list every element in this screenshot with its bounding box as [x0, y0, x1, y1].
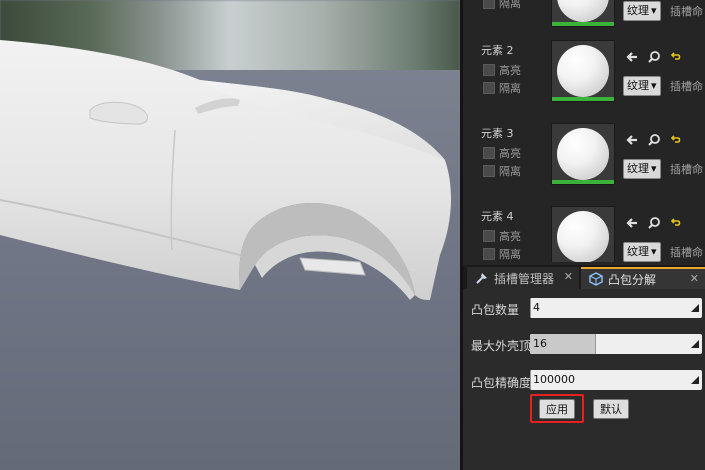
- dropdown-arrow-icon: ▾: [651, 4, 657, 17]
- highlight-checkbox-row[interactable]: 高亮: [483, 62, 521, 78]
- dropdown-arrow-icon: ▾: [651, 79, 657, 92]
- resize-grip-icon: [691, 340, 699, 348]
- highlight-label: 高亮: [499, 147, 521, 160]
- highlight-label: 高亮: [499, 64, 521, 77]
- texture-dropdown[interactable]: 纹理 ▾: [623, 159, 661, 179]
- highlight-checkbox-row[interactable]: 高亮: [483, 228, 521, 244]
- max-verts-slider[interactable]: 16: [530, 334, 702, 354]
- resize-grip-icon: [691, 376, 699, 384]
- 3d-viewport[interactable]: [0, 0, 460, 470]
- texture-dropdown-label: 纹理: [627, 245, 649, 258]
- precision-value: 100000: [533, 373, 575, 386]
- close-tab-icon[interactable]: ✕: [690, 272, 699, 285]
- hide-checkbox[interactable]: [483, 82, 495, 94]
- hide-label: 隔离: [499, 82, 521, 95]
- browse-search-icon[interactable]: [647, 50, 661, 64]
- hull-count-slider[interactable]: 4: [530, 298, 702, 318]
- material-thumbnail[interactable]: [551, 206, 615, 262]
- max-verts-label: 最大外壳顶: [471, 339, 532, 353]
- hide-checkbox[interactable]: [483, 248, 495, 260]
- reset-arrow-icon[interactable]: [669, 216, 683, 230]
- highlight-checkbox-row[interactable]: 高亮: [483, 145, 521, 161]
- element-row-4: 元素 4 高亮 隔离 纹理 ▾ 插槽命: [463, 206, 705, 262]
- highlight-checkbox[interactable]: [483, 147, 495, 159]
- dropdown-arrow-icon: ▾: [651, 245, 657, 258]
- texture-dropdown[interactable]: 纹理 ▾: [623, 242, 661, 262]
- dropdown-arrow-icon: ▾: [651, 162, 657, 175]
- element-row-2: 元素 2 高亮 隔离 纹理 ▾ 插槽命: [463, 40, 705, 123]
- use-selected-arrow-icon[interactable]: [625, 216, 639, 230]
- precision-label: 凸包精确度: [471, 376, 532, 390]
- texture-dropdown-label: 纹理: [627, 4, 649, 17]
- convex-decomposition-icon: [589, 272, 603, 286]
- material-thumbnail[interactable]: [551, 123, 615, 185]
- slot-name: 插槽命: [670, 80, 703, 93]
- max-verts-value: 16: [533, 337, 547, 350]
- tab-label: 插槽管理器: [494, 271, 555, 286]
- hide-checkbox-row[interactable]: 隔离: [483, 163, 521, 179]
- hide-checkbox-row[interactable]: 隔离: [483, 80, 521, 96]
- highlight-checkbox[interactable]: [483, 230, 495, 242]
- panel-tab-bar: 插槽管理器 ✕ 凸包分解 ✕: [463, 265, 705, 289]
- convex-decomposition-panel: 凸包数量 4 最大外壳顶 16 凸包精确度 100000 应用 默认: [463, 289, 705, 470]
- hide-checkbox-row[interactable]: 隔离: [483, 246, 521, 262]
- hide-label: 隔离: [499, 248, 521, 261]
- browse-search-icon[interactable]: [647, 216, 661, 230]
- reset-arrow-icon[interactable]: [669, 133, 683, 147]
- use-selected-arrow-icon[interactable]: [625, 50, 639, 64]
- element-row-3: 元素 3 高亮 隔离 纹理 ▾ 插槽命: [463, 123, 705, 206]
- socket-manager-icon: [475, 271, 489, 285]
- hide-checkbox[interactable]: [483, 0, 495, 9]
- use-selected-arrow-icon[interactable]: [625, 133, 639, 147]
- element-title: 元素 4: [481, 210, 514, 223]
- element-title: 元素 2: [481, 44, 514, 57]
- texture-dropdown[interactable]: 纹理 ▾: [623, 76, 661, 96]
- reset-arrow-icon[interactable]: [669, 50, 683, 64]
- apply-button-highlight: [530, 394, 584, 423]
- hide-checkbox[interactable]: [483, 165, 495, 177]
- resize-grip-icon: [691, 304, 699, 312]
- car-body-mesh: [0, 40, 452, 300]
- close-tab-icon[interactable]: ✕: [564, 270, 573, 283]
- precision-fill: [530, 370, 531, 390]
- hull-count-label: 凸包数量: [471, 303, 520, 317]
- element-title: 元素 3: [481, 127, 514, 140]
- slot-name: 插槽命: [670, 163, 703, 176]
- slot-name: 插槽命: [670, 246, 703, 259]
- hull-count-fill: [530, 298, 531, 318]
- tab-convex-decomposition[interactable]: 凸包分解 ✕: [581, 267, 705, 289]
- hull-count-value: 4: [533, 301, 540, 314]
- highlight-label: 高亮: [499, 230, 521, 243]
- hide-label: 隔离: [499, 0, 521, 10]
- hide-checkbox-row[interactable]: 隔离: [483, 0, 521, 11]
- slot-name: 插槽命: [670, 5, 703, 18]
- tab-socket-manager[interactable]: 插槽管理器 ✕: [467, 267, 579, 289]
- highlight-checkbox[interactable]: [483, 64, 495, 76]
- material-thumbnail[interactable]: [551, 0, 615, 27]
- texture-dropdown[interactable]: 纹理 ▾: [623, 1, 661, 21]
- material-thumbnail[interactable]: [551, 40, 615, 102]
- browse-search-icon[interactable]: [647, 133, 661, 147]
- hide-label: 隔离: [499, 165, 521, 178]
- texture-dropdown-label: 纹理: [627, 79, 649, 92]
- texture-dropdown-label: 纹理: [627, 162, 649, 175]
- precision-slider[interactable]: 100000: [530, 370, 702, 390]
- default-button[interactable]: 默认: [593, 399, 629, 419]
- tab-label: 凸包分解: [608, 272, 657, 287]
